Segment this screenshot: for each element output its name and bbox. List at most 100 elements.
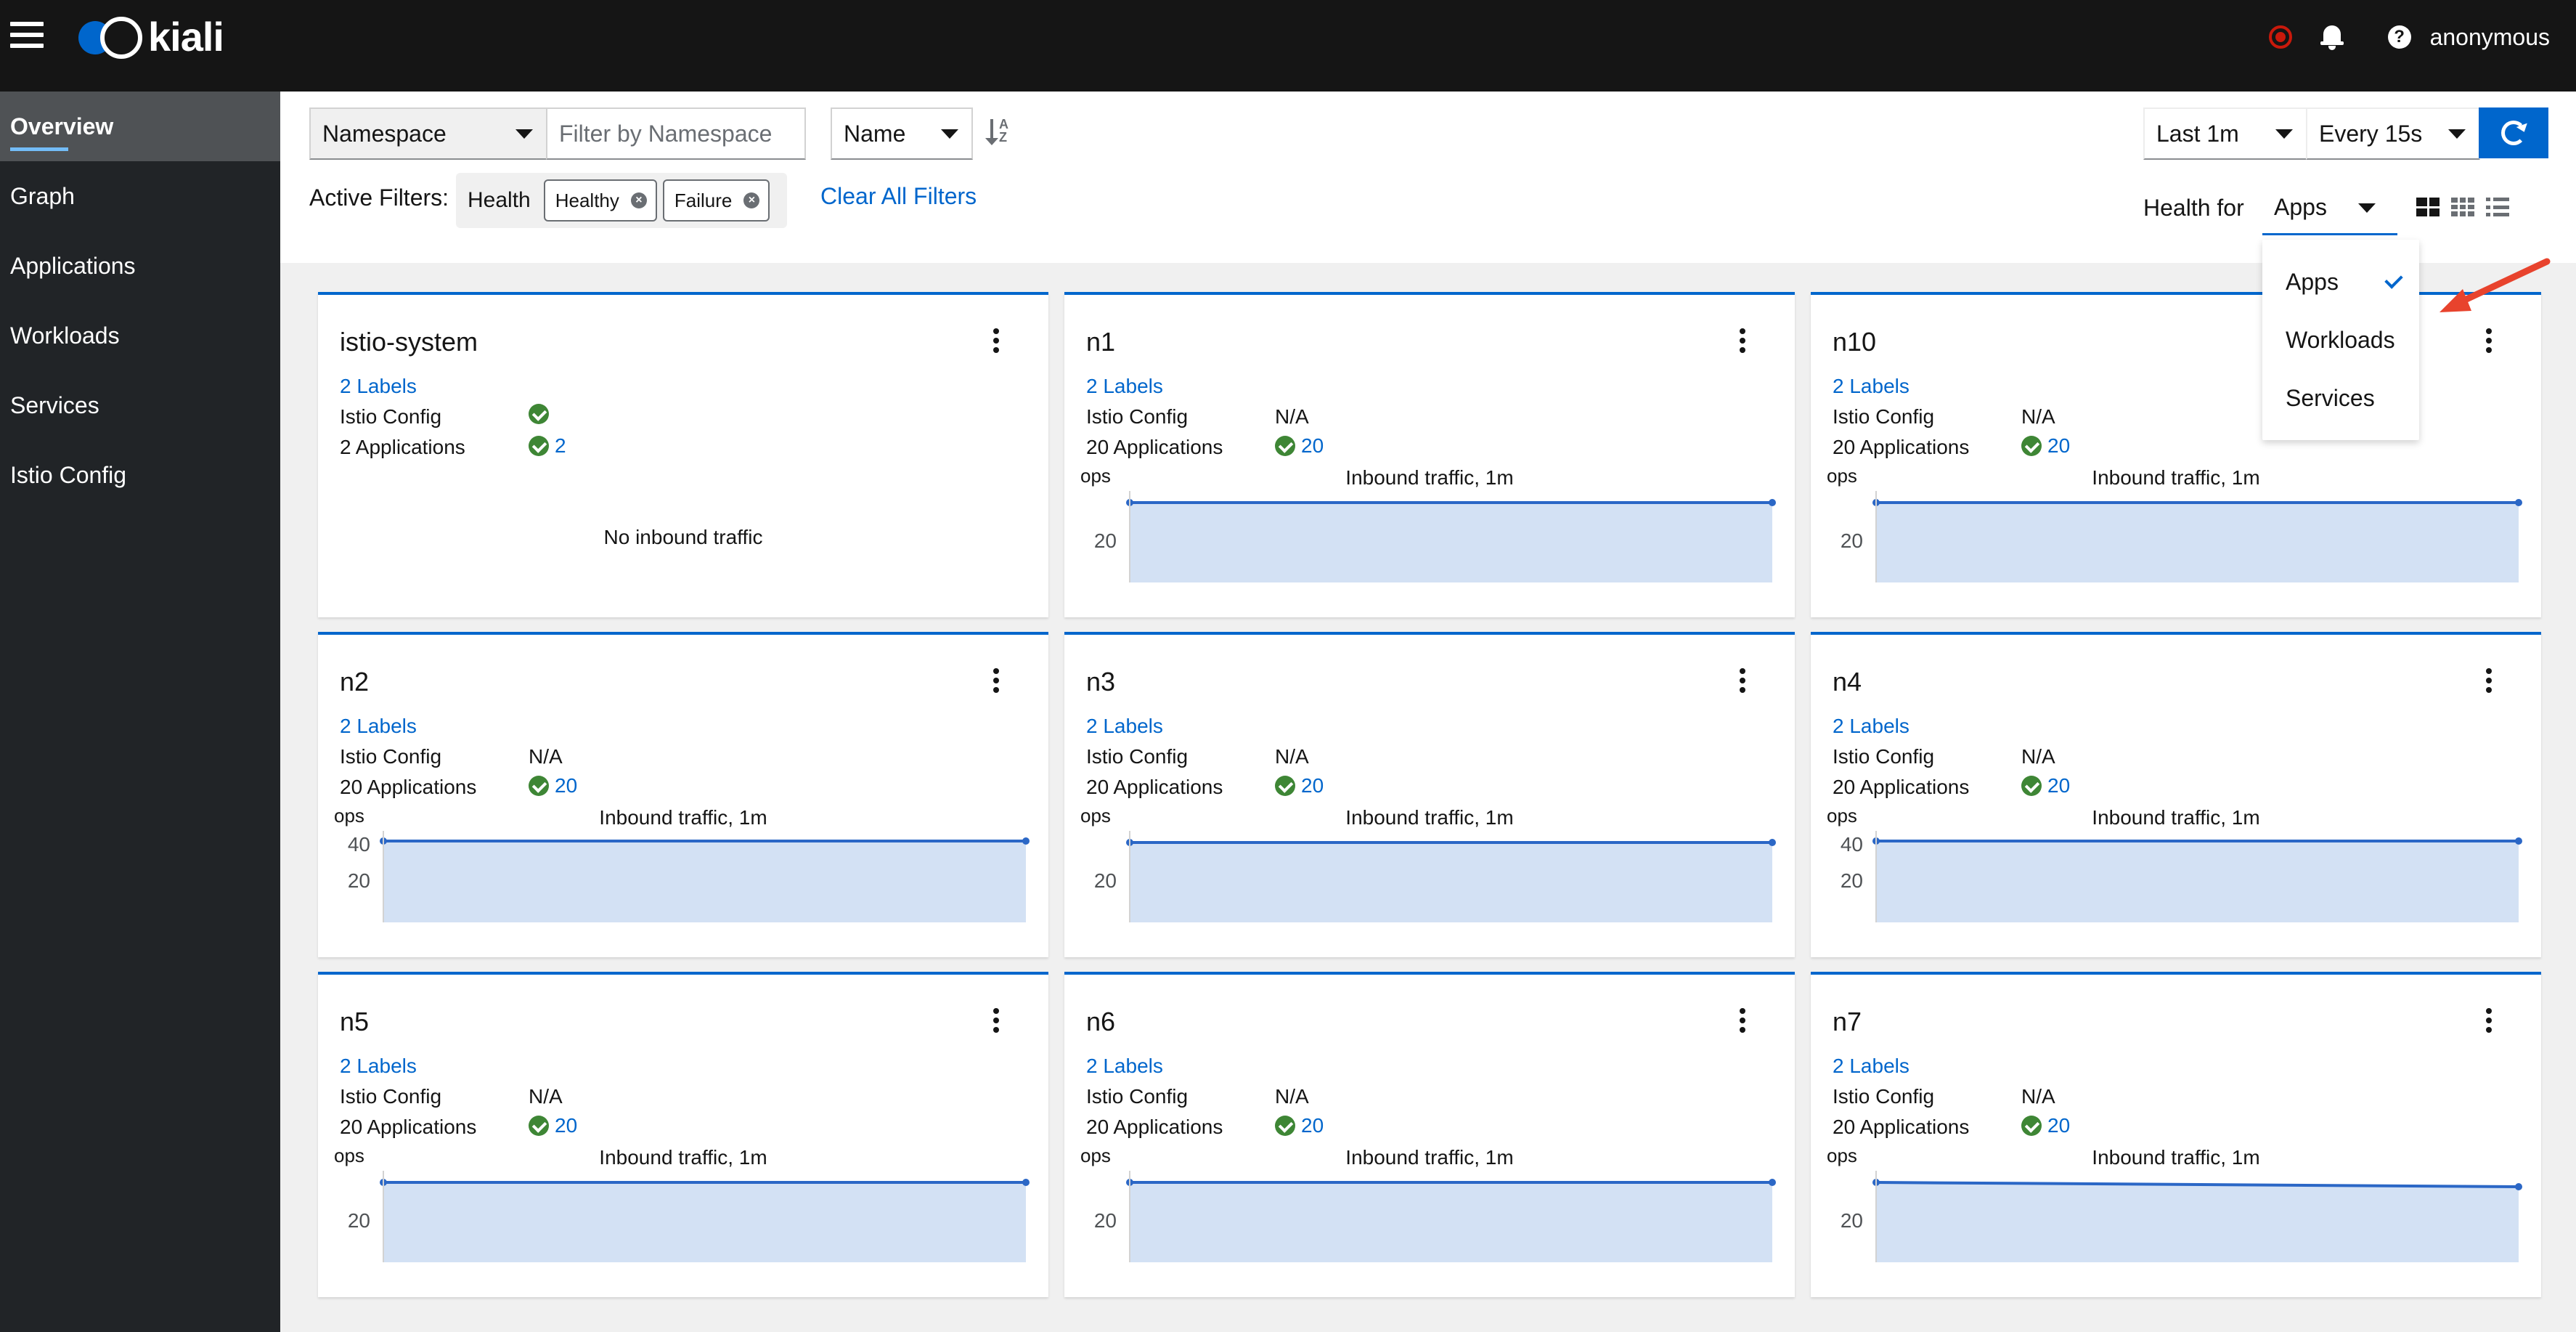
y-tick-label: 20 xyxy=(1841,1209,1863,1232)
y-tick-label: 20 xyxy=(1094,529,1117,552)
list-view-icon[interactable] xyxy=(2486,198,2509,216)
y-tick-label: 20 xyxy=(1841,529,1863,552)
masthead: kiali ? anonymous xyxy=(0,0,2576,92)
compact-grid-view-icon[interactable] xyxy=(2451,198,2474,216)
traffic-area xyxy=(1876,503,2519,582)
sidebar: Overview Graph Applications Workloads Se… xyxy=(0,92,280,1332)
check-circle-icon xyxy=(529,404,549,424)
menu-item-label: Apps xyxy=(2286,268,2339,295)
health-for-menu: Apps Workloads Services xyxy=(2262,240,2419,440)
time-range-select[interactable]: Last 1m xyxy=(2143,107,2307,160)
sidebar-item-overview[interactable]: Overview xyxy=(0,92,280,161)
active-filters-label: Active Filters: xyxy=(309,184,449,211)
namespace-title[interactable]: istio-system xyxy=(340,327,478,357)
record-icon[interactable] xyxy=(2268,25,2292,49)
kebab-menu-icon[interactable] xyxy=(993,328,1000,353)
health-for-value: Apps xyxy=(2274,194,2327,220)
sort-ascending-icon[interactable]: AZ xyxy=(985,118,1015,147)
y-tick-label: 20 xyxy=(348,1209,370,1232)
traffic-area xyxy=(383,1182,1026,1262)
traffic-chart: 20 xyxy=(348,1171,1030,1262)
chip-label: Healthy xyxy=(555,189,619,211)
traffic-chart: 20 xyxy=(1841,491,2522,582)
health-for-select[interactable]: Apps xyxy=(2262,182,2397,235)
sort-field-select[interactable]: Name xyxy=(831,107,973,160)
filter-input[interactable]: Filter by Namespace xyxy=(546,107,806,160)
filter-chip-healthy: Healthy × xyxy=(543,179,657,222)
traffic-point xyxy=(1769,1179,1776,1186)
namespace-card[interactable]: n10 2 Labels Istio Config N/A 20 Application… xyxy=(1811,292,2541,617)
chip-group-label: Health xyxy=(468,188,531,212)
menu-icon[interactable] xyxy=(10,22,44,51)
health-for-label: Health for xyxy=(2143,195,2244,221)
traffic-area xyxy=(383,841,1026,922)
menu-item-services[interactable]: Services xyxy=(2262,369,2419,427)
help-icon[interactable]: ? xyxy=(2387,25,2411,49)
y-tick-label: 20 xyxy=(1841,869,1863,892)
menu-item-workloads[interactable]: Workloads xyxy=(2262,311,2419,369)
y-tick-label: 20 xyxy=(1094,1209,1117,1232)
namespace-card[interactable]: n3 2 Labels Istio Config N/A 20 Applications… xyxy=(1064,632,1795,957)
refresh-interval-select[interactable]: Every 15s xyxy=(2306,107,2480,160)
sidebar-item-services[interactable]: Services xyxy=(0,370,280,440)
bell-icon[interactable] xyxy=(2320,24,2344,50)
user-menu[interactable]: anonymous xyxy=(2430,24,2550,51)
y-tick-label: 20 xyxy=(348,869,370,892)
caret-down-icon xyxy=(941,129,958,139)
traffic-area xyxy=(1130,1182,1772,1262)
traffic-chart: 20 xyxy=(1094,831,1776,922)
large-grid-view-icon[interactable] xyxy=(2416,198,2440,216)
sidebar-item-graph[interactable]: Graph xyxy=(0,161,280,231)
traffic-chart: 20 xyxy=(1841,1171,2522,1262)
namespace-card[interactable]: n2 2 Labels Istio Config N/A 20 Applications… xyxy=(318,632,1048,957)
menu-item-label: Services xyxy=(2286,384,2375,411)
menu-item-label: Workloads xyxy=(2286,326,2395,353)
traffic-point xyxy=(2515,1183,2522,1190)
namespace-card[interactable]: n4 2 Labels Istio Config N/A 20 Applications… xyxy=(1811,632,2541,957)
traffic-area xyxy=(1130,842,1772,922)
caret-down-icon xyxy=(515,129,533,139)
traffic-point xyxy=(2515,499,2522,506)
filter-type-select[interactable]: Namespace xyxy=(309,107,547,160)
labels-link[interactable]: 2 Labels xyxy=(340,375,417,398)
traffic-point xyxy=(1769,839,1776,846)
remove-chip-icon[interactable]: × xyxy=(743,192,760,208)
traffic-chart: 20 xyxy=(1094,491,1776,582)
clear-all-filters-link[interactable]: Clear All Filters xyxy=(820,183,977,210)
no-traffic-message: No inbound traffic xyxy=(603,526,763,548)
namespace-card[interactable]: istio-system 2 Labels Istio Config 2 Applic… xyxy=(318,292,1048,617)
namespace-card[interactable]: n5 2 Labels Istio Config N/A 20 Applications… xyxy=(318,972,1048,1297)
chip-label: Failure xyxy=(674,189,733,211)
namespace-card[interactable]: n6 2 Labels Istio Config N/A 20 Applications… xyxy=(1064,972,1795,1297)
sidebar-item-istio-config[interactable]: Istio Config xyxy=(0,440,280,510)
namespace-card[interactable]: n7 2 Labels Istio Config N/A 20 Applications… xyxy=(1811,972,2541,1297)
kiali-logo[interactable]: kiali xyxy=(78,13,224,60)
istio-config-status xyxy=(529,404,555,424)
y-tick-label: 40 xyxy=(1841,833,1863,856)
sidebar-item-workloads[interactable]: Workloads xyxy=(0,301,280,370)
traffic-point xyxy=(1769,499,1776,506)
annotation-arrow-icon xyxy=(2440,258,2551,312)
caret-down-icon xyxy=(2448,129,2466,139)
traffic-point xyxy=(2515,837,2522,845)
refresh-button[interactable] xyxy=(2479,107,2548,158)
traffic-point xyxy=(1022,1179,1030,1186)
check-icon xyxy=(2384,270,2403,289)
y-tick-label: 20 xyxy=(1094,869,1117,892)
caret-down-icon xyxy=(2275,129,2293,139)
filter-chip-group: Health Healthy × Failure × xyxy=(456,173,788,228)
traffic-chart: 40 20 xyxy=(1841,831,2522,922)
namespace-card[interactable]: n1 2 Labels Istio Config N/A 20 Applications… xyxy=(1064,292,1795,617)
applications-health[interactable]: 2 xyxy=(529,434,566,458)
refresh-icon xyxy=(2501,121,2526,145)
sort-field-value: Name xyxy=(844,120,906,147)
healthy-app-count[interactable]: 2 xyxy=(555,434,566,458)
sidebar-item-applications[interactable]: Applications xyxy=(0,231,280,301)
y-tick-label: 40 xyxy=(348,833,370,856)
menu-item-apps[interactable]: Apps xyxy=(2262,253,2419,311)
refresh-interval-value: Every 15s xyxy=(2319,120,2423,147)
traffic-area xyxy=(1876,841,2519,922)
traffic-area xyxy=(1130,503,1772,582)
remove-chip-icon[interactable]: × xyxy=(630,192,647,208)
logo-text: kiali xyxy=(148,14,224,60)
